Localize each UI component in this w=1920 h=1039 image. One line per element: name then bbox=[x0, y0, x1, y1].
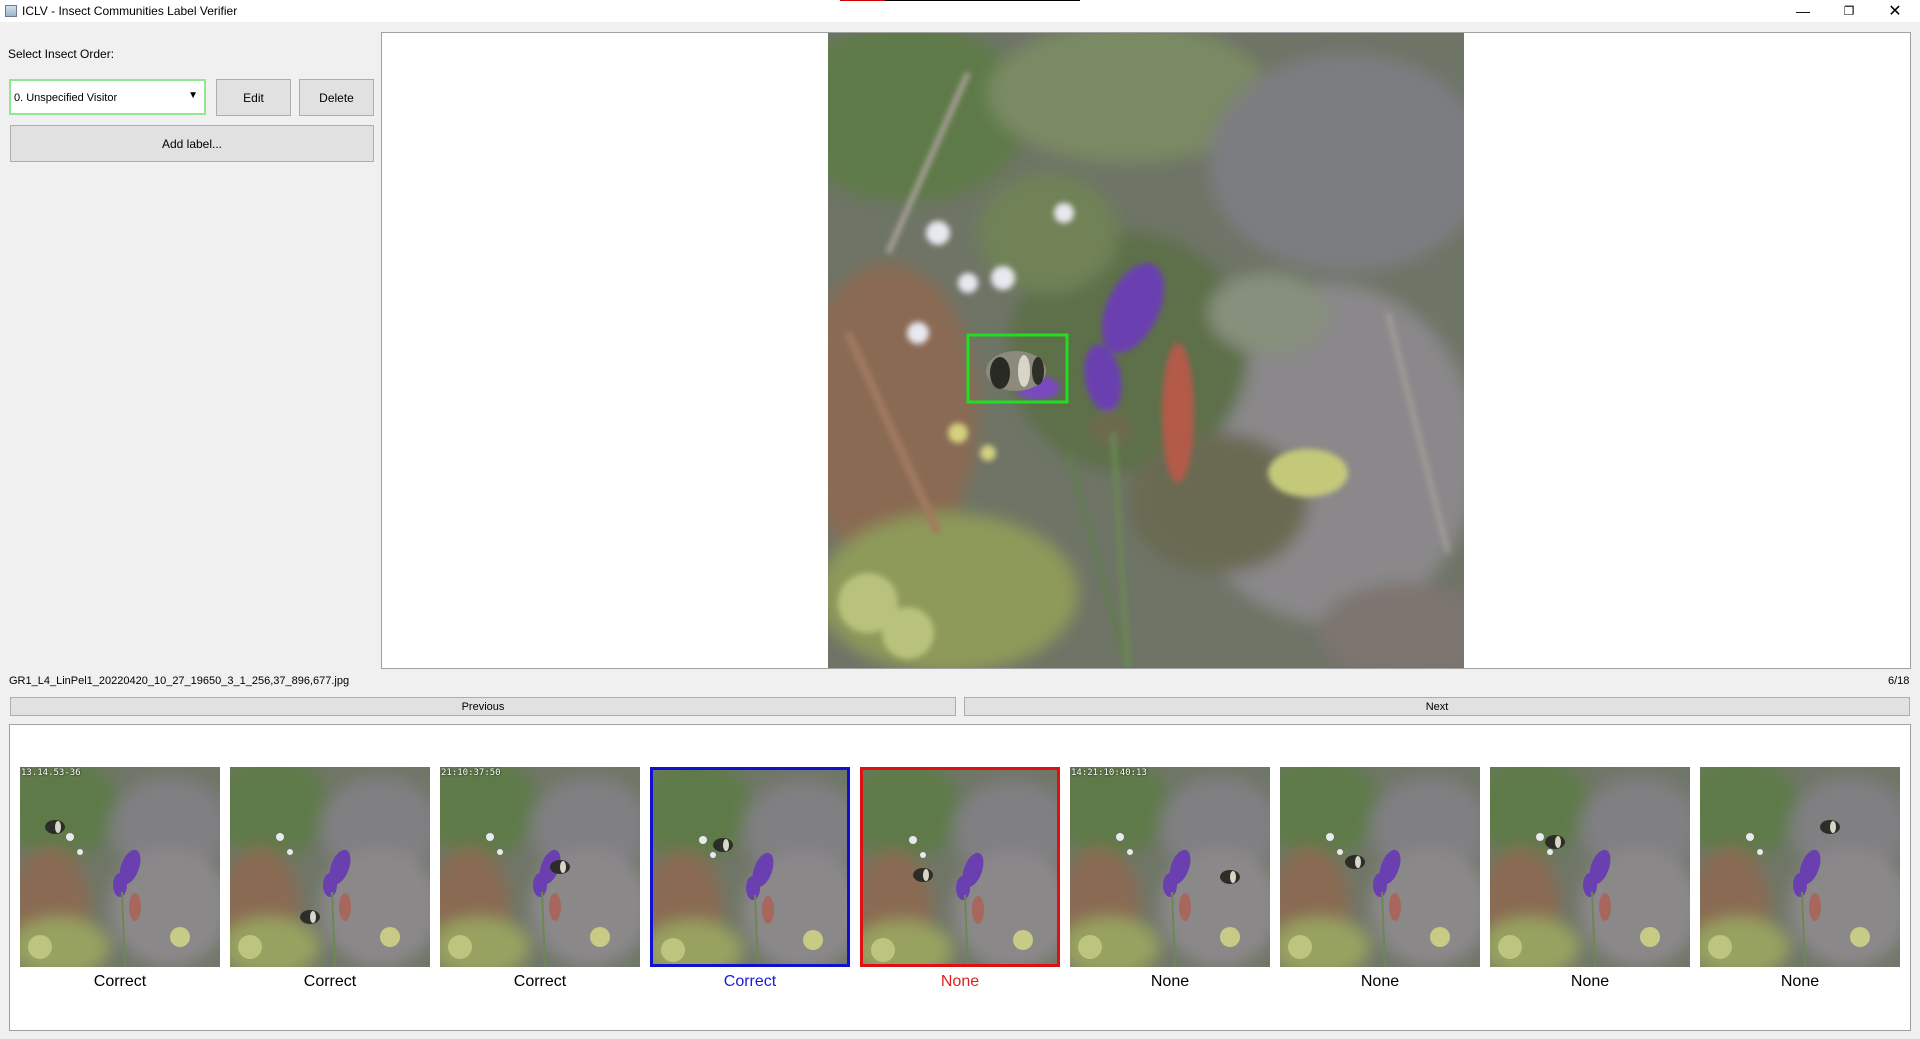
thumbnail-caption: Correct bbox=[513, 973, 567, 990]
thumbnail-caption: None bbox=[1570, 973, 1610, 990]
thumbnail[interactable]: 13.14.53-36 bbox=[20, 767, 220, 967]
thumbnail-image bbox=[1700, 767, 1900, 967]
thumbnail-caption: None bbox=[1150, 973, 1190, 990]
thumbnail-timestamp: 21:10:37:50 bbox=[441, 768, 501, 778]
delete-button[interactable]: Delete bbox=[299, 79, 374, 116]
thumbnail[interactable] bbox=[1700, 767, 1900, 967]
thumbnail-image bbox=[1490, 767, 1690, 967]
thumbnail[interactable] bbox=[650, 767, 850, 967]
title-accent-red bbox=[840, 0, 885, 1]
thumbnail-caption: None bbox=[1360, 973, 1400, 990]
restore-icon: ❐ bbox=[1843, 4, 1855, 18]
insect-order-combo[interactable]: 0. Unspecified Visitor ▼ bbox=[9, 79, 206, 115]
thumbnail-caption: Correct bbox=[303, 973, 357, 990]
close-icon: ✕ bbox=[1888, 3, 1902, 20]
thumbnail-image bbox=[653, 770, 847, 964]
image-canvas[interactable] bbox=[381, 32, 1911, 669]
thumbnail-image bbox=[20, 767, 220, 967]
image-counter: 6/18 bbox=[1888, 675, 1910, 687]
next-button[interactable]: Next bbox=[964, 697, 1910, 716]
thumbnail[interactable] bbox=[860, 767, 1060, 967]
edit-button[interactable]: Edit bbox=[216, 79, 291, 116]
thumbnail-timestamp: 14:21:10:40:13 bbox=[1071, 768, 1147, 778]
main-photo-image bbox=[828, 33, 1464, 668]
thumbnail-image bbox=[230, 767, 430, 967]
thumbnail-gallery[interactable]: 13.14.53-36 Correct Correct 21:10:37:50 Corr… bbox=[9, 724, 1911, 1031]
restore-button[interactable]: ❐ bbox=[1826, 0, 1872, 22]
thumbnail-image bbox=[1070, 767, 1270, 967]
thumbnail-image bbox=[440, 767, 640, 967]
thumbnail-timestamp: 13.14.53-36 bbox=[21, 768, 81, 778]
close-button[interactable]: ✕ bbox=[1872, 0, 1918, 22]
title-bar: ICLV - Insect Communities Label Verifier… bbox=[0, 0, 1920, 22]
thumbnail[interactable] bbox=[230, 767, 430, 967]
combo-value: 0. Unspecified Visitor bbox=[14, 92, 118, 104]
thumbnail[interactable] bbox=[1490, 767, 1690, 967]
thumbnail[interactable]: 21:10:37:50 bbox=[440, 767, 640, 967]
thumbnail-caption: Correct bbox=[93, 973, 147, 990]
thumbnail[interactable]: 14:21:10:40:13 bbox=[1070, 767, 1270, 967]
chevron-down-icon[interactable]: ▼ bbox=[188, 90, 198, 101]
thumbnail-image bbox=[863, 770, 1057, 964]
title-accent-line bbox=[840, 0, 1080, 1]
thumbnail[interactable] bbox=[1280, 767, 1480, 967]
main-photo bbox=[828, 33, 1464, 668]
thumbnail-caption: None bbox=[1780, 973, 1820, 990]
app-icon bbox=[5, 5, 17, 17]
previous-button[interactable]: Previous bbox=[10, 697, 956, 716]
image-filename: GR1_L4_LinPel1_20220420_10_27_19650_3_1_… bbox=[9, 675, 350, 687]
minimize-icon: — bbox=[1796, 3, 1810, 19]
thumbnail-caption: None bbox=[940, 973, 980, 990]
select-order-label: Select Insect Order: bbox=[8, 47, 115, 61]
thumbnail-caption: Correct bbox=[723, 973, 777, 990]
thumbnail-image bbox=[1280, 767, 1480, 967]
add-label-button[interactable]: Add label... bbox=[10, 125, 374, 162]
window-title: ICLV - Insect Communities Label Verifier bbox=[22, 4, 238, 18]
minimize-button[interactable]: — bbox=[1780, 0, 1826, 22]
